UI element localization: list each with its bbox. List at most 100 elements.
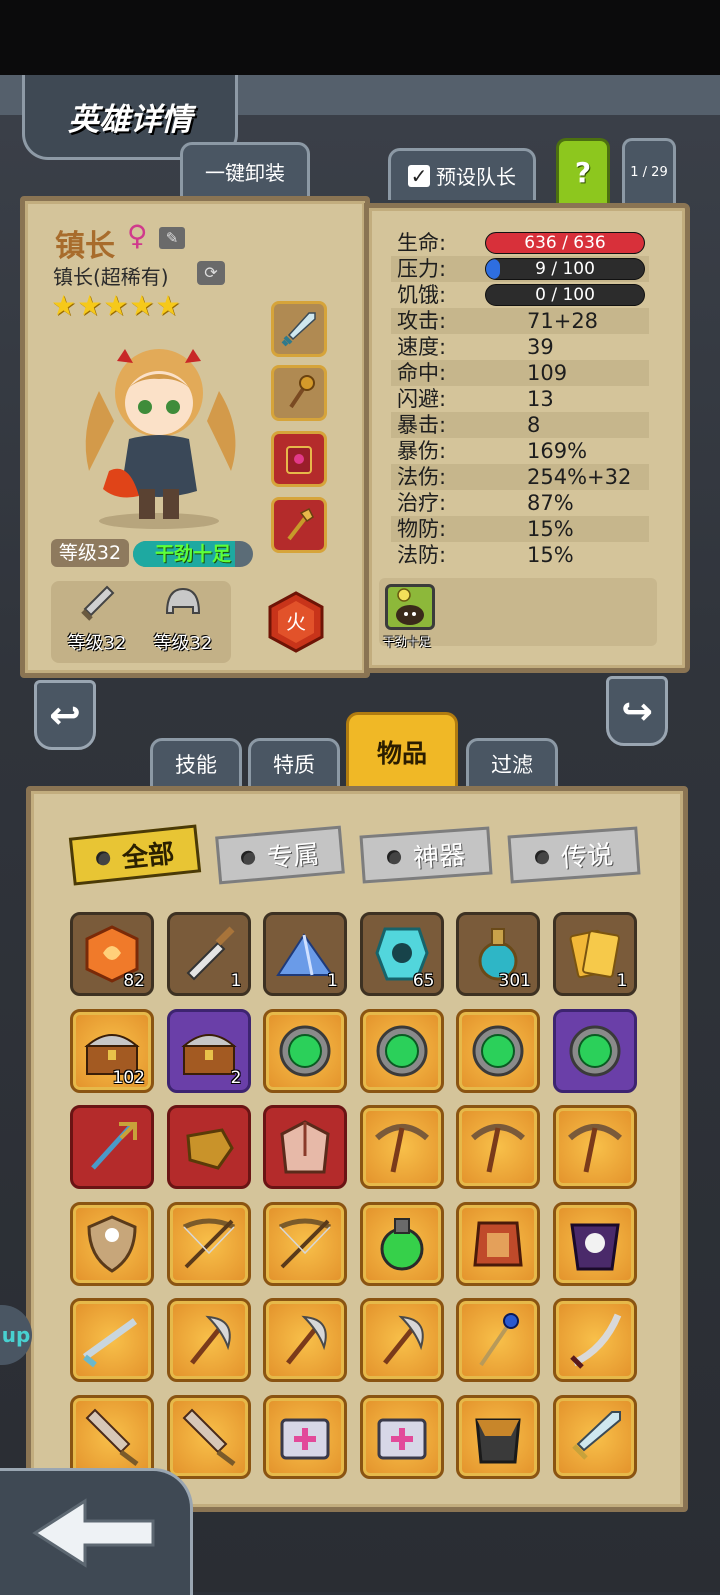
inventory-slot[interactable] xyxy=(166,1201,251,1286)
back-arrow-icon xyxy=(32,1498,155,1568)
equip-slot-scepter[interactable] xyxy=(271,497,327,553)
inventory-slot[interactable] xyxy=(263,1298,347,1382)
armor-icon xyxy=(473,1221,523,1266)
inventory-slot[interactable]: 2 xyxy=(166,1008,251,1093)
wand-icon xyxy=(479,1313,519,1367)
tab-skills-label: 技能 xyxy=(175,752,217,777)
filter-exclusive-label: 专属 xyxy=(265,839,321,874)
inventory-slot[interactable] xyxy=(359,1105,444,1189)
stat-label: 暴伤: xyxy=(397,439,447,463)
trait-label: 干劲十足 xyxy=(383,635,432,649)
stat-row: 攻击: 71+28 xyxy=(391,308,649,334)
inventory-slot[interactable] xyxy=(263,1201,347,1286)
tab-filter-label: 过滤 xyxy=(491,752,533,777)
equip-slot-tome[interactable] xyxy=(271,431,327,487)
filter-all-chip[interactable]: 全部 xyxy=(68,824,202,886)
mood-label: 干劲十足 xyxy=(154,543,231,565)
back-button[interactable] xyxy=(0,1468,193,1595)
stat-hunger: 饥饿: 0 / 100 xyxy=(391,282,649,308)
inventory-slot[interactable] xyxy=(552,1394,637,1479)
unequip-all-button[interactable]: 一键卸装 xyxy=(180,142,310,198)
inventory-slot[interactable] xyxy=(70,1201,154,1286)
item-quantity: 65 xyxy=(412,971,435,991)
cleaver-icon xyxy=(182,1408,235,1466)
filter-artifact-chip[interactable]: 神器 xyxy=(359,826,493,884)
stat-row: 法伤: 254%+32 xyxy=(391,464,649,490)
stat-row: 物防: 15% xyxy=(391,516,649,542)
inventory-slot[interactable] xyxy=(456,1105,540,1189)
inventory-slot[interactable] xyxy=(456,1298,540,1382)
stat-row: 闪避: 13 xyxy=(391,386,649,412)
stat-value: 254%+32 xyxy=(527,465,632,489)
trait-energetic-icon[interactable] xyxy=(385,584,435,630)
inventory-slot[interactable]: 1 xyxy=(263,912,347,996)
axe-icon xyxy=(189,1315,231,1365)
armor-gear[interactable]: 等级32 xyxy=(143,583,223,655)
inventory-slot[interactable] xyxy=(456,1008,540,1093)
inventory-slot[interactable] xyxy=(359,1394,444,1479)
prev-hero-button[interactable]: ↩ xyxy=(34,680,96,750)
stat-value: 71+28 xyxy=(527,309,599,333)
inventory-slot[interactable] xyxy=(552,1105,637,1189)
inventory-slot[interactable] xyxy=(166,1105,251,1189)
inventory-slot[interactable] xyxy=(70,1298,154,1382)
inventory-slot[interactable] xyxy=(166,1394,251,1479)
inventory-slot[interactable] xyxy=(359,1008,444,1093)
status-bar xyxy=(0,0,720,75)
equip-slot-accessory[interactable] xyxy=(271,365,327,421)
filter-dot-icon xyxy=(95,850,111,867)
inventory-slot[interactable] xyxy=(552,1201,637,1286)
crossbow-icon xyxy=(278,1218,332,1268)
stat-hunger-label: 饥饿: xyxy=(397,283,447,307)
green-orb-icon xyxy=(279,1025,331,1076)
inventory-slot[interactable] xyxy=(552,1008,637,1093)
hero-class: 镇长(超稀有) xyxy=(53,265,169,289)
stress-bar: 9 / 100 xyxy=(485,258,645,280)
inventory-slot[interactable] xyxy=(166,1298,251,1382)
filter-legendary-chip[interactable]: 传说 xyxy=(507,826,641,884)
stat-label: 物防: xyxy=(397,517,447,541)
filter-exclusive-chip[interactable]: 专属 xyxy=(215,825,345,885)
tab-items[interactable]: 物品 xyxy=(346,712,458,788)
return-arrow-right-icon: ↪ xyxy=(621,689,653,733)
swap-class-icon[interactable]: ⟳ xyxy=(197,261,225,285)
inventory-slot[interactable] xyxy=(456,1201,540,1286)
tab-traits[interactable]: 特质 xyxy=(248,738,340,786)
inventory-slot[interactable]: 82 xyxy=(70,912,154,996)
scepter-icon xyxy=(287,507,314,541)
inventory-slot[interactable] xyxy=(359,1298,444,1382)
inventory-slot[interactable] xyxy=(263,1105,347,1189)
stat-value: 87% xyxy=(527,491,574,515)
star-rating: ★★★★★ xyxy=(51,289,182,322)
tab-filter[interactable]: 过滤 xyxy=(466,738,558,786)
weapon-gear[interactable]: 等级32 xyxy=(57,583,137,655)
element-label: 火 xyxy=(286,610,306,634)
help-button[interactable]: ? xyxy=(556,138,610,203)
staff-icon xyxy=(289,375,315,409)
inventory-slot[interactable] xyxy=(70,1394,154,1479)
inventory-slot[interactable] xyxy=(552,1298,637,1382)
checkbox-checked-icon: ✓ xyxy=(408,164,430,187)
inventory-slot[interactable]: 301 xyxy=(456,912,540,996)
edit-name-icon[interactable]: ✎ xyxy=(159,227,185,249)
inventory-slot[interactable]: 1 xyxy=(552,912,637,996)
stat-label: 治疗: xyxy=(397,491,447,515)
shield-icon xyxy=(87,1214,137,1273)
inventory-slot[interactable] xyxy=(456,1394,540,1479)
hp-value: 636 / 636 xyxy=(524,233,606,253)
equip-slot-weapon[interactable] xyxy=(271,301,327,357)
inventory-slot[interactable]: 65 xyxy=(359,912,444,996)
filter-dot-icon xyxy=(386,849,402,865)
hero-gear-levels: 等级32 等级32 xyxy=(51,581,231,663)
inventory-slot[interactable] xyxy=(359,1201,444,1286)
hero-portrait[interactable] xyxy=(59,321,259,531)
inventory-slot[interactable] xyxy=(263,1008,347,1093)
inventory-slot[interactable]: 1 xyxy=(166,912,251,996)
inventory-slot[interactable] xyxy=(263,1394,347,1479)
tab-skills[interactable]: 技能 xyxy=(150,738,242,786)
inventory-slot[interactable]: 102 xyxy=(70,1008,154,1093)
next-hero-button[interactable]: ↪ xyxy=(606,676,668,746)
preset-leader-toggle[interactable]: ✓ 预设队长 xyxy=(388,148,536,200)
stat-label: 攻击: xyxy=(397,309,447,333)
inventory-slot[interactable] xyxy=(70,1105,154,1189)
